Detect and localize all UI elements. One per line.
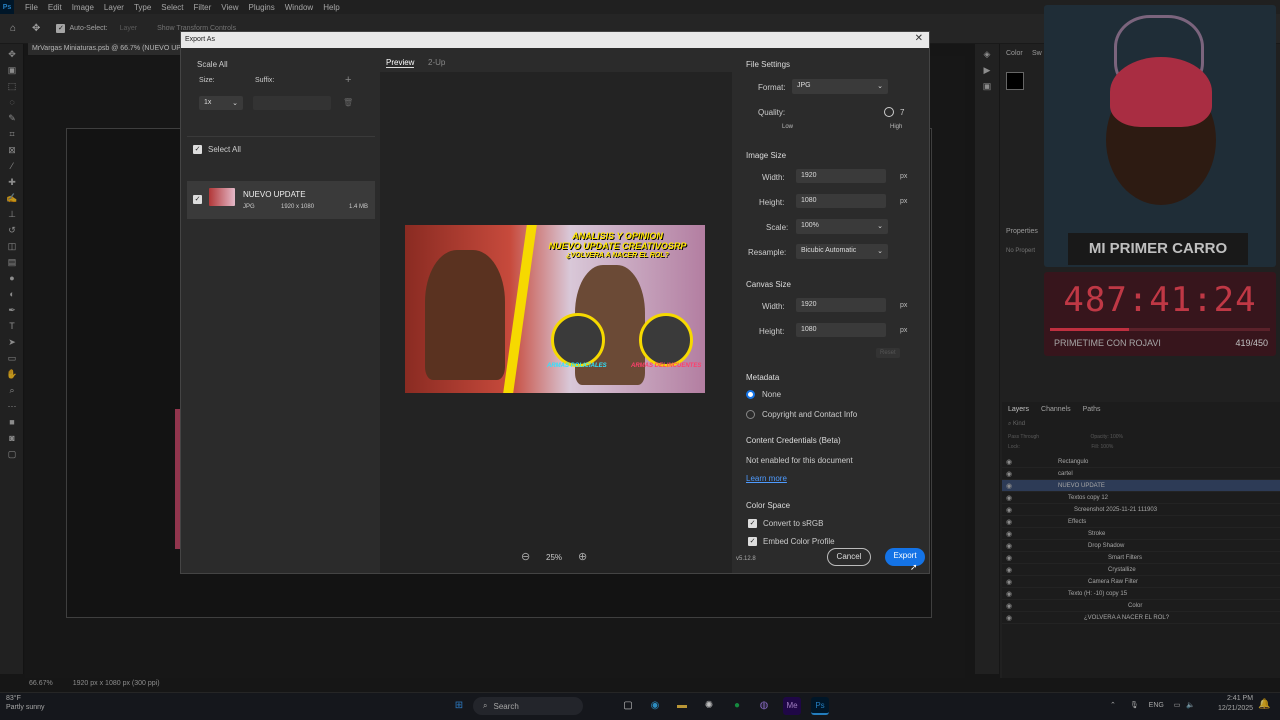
scale-percent-value: 100% xyxy=(801,222,819,229)
select-all-checkbox[interactable]: ✓ xyxy=(193,145,202,154)
asset-thumbnail xyxy=(209,188,235,206)
quality-label: Quality: xyxy=(758,108,786,117)
trash-icon[interactable]: 🗑 xyxy=(343,98,353,107)
asset-checkbox[interactable]: ✓ xyxy=(193,195,202,204)
tab-preview[interactable]: Preview xyxy=(386,58,415,68)
preview-zoom-level[interactable]: 25% xyxy=(546,553,562,562)
metadata-copyright-radio[interactable] xyxy=(746,410,755,419)
suffix-input[interactable] xyxy=(253,96,331,110)
chevron-down-icon: ⌄ xyxy=(877,248,883,255)
thumbnail-line1: ANALISIS Y OPINION xyxy=(572,231,663,241)
thumbnail-caption-left: ARMAS POLICIALES xyxy=(547,363,607,369)
canvas-width-label: Width: xyxy=(762,302,785,311)
assets-pane: Scale All Size: Suffix: + 1x ⌄ 🗑 ✓ Selec… xyxy=(181,48,379,573)
quality-low-label: Low xyxy=(782,124,794,130)
height-unit: px xyxy=(900,198,908,205)
asset-dimensions: 1920 x 1080 xyxy=(281,204,315,210)
cancel-button[interactable]: Cancel xyxy=(827,548,871,566)
embed-profile-label: Embed Color Profile xyxy=(763,537,835,546)
scale-dropdown[interactable]: 1x ⌄ xyxy=(199,96,243,110)
add-scale-icon[interactable]: + xyxy=(345,74,351,86)
reset-button[interactable]: Reset xyxy=(876,348,900,358)
zoom-out-icon[interactable]: ⊖ xyxy=(521,550,530,563)
learn-more-link[interactable]: Learn more xyxy=(746,474,787,483)
image-width-label: Width: xyxy=(762,173,785,182)
not-enabled-text: Not enabled for this document xyxy=(746,456,853,465)
canvas-width-unit: px xyxy=(900,302,908,309)
thumbnail-person-left xyxy=(425,250,505,380)
asset-filesize: 1.4 MB xyxy=(349,204,369,210)
metadata-copyright-label: Copyright and Contact Info xyxy=(762,410,858,419)
dialog-title: Export As xyxy=(185,36,215,43)
quality-slider-handle[interactable] xyxy=(884,107,894,117)
canvas-height-input[interactable]: 1080 xyxy=(796,323,886,337)
scale-label: Scale: xyxy=(766,223,789,232)
file-settings-title: File Settings xyxy=(746,60,791,69)
width-unit: px xyxy=(900,173,908,180)
thumbnail-lightning-stripe xyxy=(503,225,537,393)
chevron-down-icon: ⌄ xyxy=(232,100,238,107)
metadata-title: Metadata xyxy=(746,373,780,382)
thumbnail-line2: NUEVO UPDATE CREATIVOSRP xyxy=(548,241,687,251)
scale-percent-dropdown[interactable]: 100% ⌄ xyxy=(796,219,888,234)
dialog-titlebar: Export As ✕ xyxy=(181,32,929,48)
convert-srgb-checkbox[interactable]: ✓ xyxy=(748,519,757,528)
convert-srgb-label: Convert to sRGB xyxy=(763,519,824,528)
resample-label: Resample: xyxy=(748,248,787,257)
canvas-height-unit: px xyxy=(900,327,908,334)
asset-name: NUEVO UPDATE xyxy=(243,190,306,199)
quality-high-label: High xyxy=(890,124,903,130)
divider xyxy=(187,136,375,137)
embed-profile-checkbox[interactable]: ✓ xyxy=(748,537,757,546)
thumbnail-circle-right xyxy=(639,313,693,367)
version-label: v5.12.8 xyxy=(736,556,756,562)
resample-dropdown[interactable]: Bicubic Automatic ⌄ xyxy=(796,244,888,259)
image-size-title: Image Size xyxy=(746,151,787,160)
color-space-title: Color Space xyxy=(746,501,791,510)
chevron-down-icon: ⌄ xyxy=(877,223,883,230)
scale-dropdown-value: 1x xyxy=(204,99,212,106)
format-label: Format: xyxy=(758,83,786,92)
resample-value: Bicubic Automatic xyxy=(801,247,857,254)
suffix-label: Suffix: xyxy=(255,77,275,84)
content-credentials-title: Content Credentials (Beta) xyxy=(746,436,841,445)
thumbnail-caption-right: ARMAS DELINCUENTES xyxy=(631,363,702,369)
metadata-none-radio[interactable] xyxy=(746,390,755,399)
image-height-label: Height: xyxy=(759,198,785,207)
export-as-dialog: Export As ✕ Scale All Size: Suffix: + 1x… xyxy=(180,31,930,574)
close-icon[interactable]: ✕ xyxy=(915,33,923,44)
canvas-height-label: Height: xyxy=(759,327,785,336)
asset-row[interactable]: ✓ NUEVO UPDATE JPG 1920 x 1080 1.4 MB xyxy=(187,181,375,219)
export-button[interactable]: Export xyxy=(885,548,925,566)
size-label: Size: xyxy=(199,77,215,84)
mouse-cursor-icon: ➚ xyxy=(910,562,918,572)
zoom-in-icon[interactable]: ⊕ xyxy=(578,550,587,563)
select-all-label: Select All xyxy=(208,145,241,154)
settings-pane: File Settings Format: JPG ⌄ Quality: 7 L… xyxy=(732,48,929,573)
tab-2up[interactable]: 2-Up xyxy=(428,58,445,67)
preview-pane: Preview 2-Up ANALISIS Y OPINION NUEVO UP… xyxy=(380,48,732,573)
format-dropdown[interactable]: JPG ⌄ xyxy=(792,79,888,94)
metadata-none-label: None xyxy=(762,390,782,399)
thumbnail-headline: ANALISIS Y OPINION NUEVO UPDATE CREATIVO… xyxy=(535,231,700,261)
image-width-input[interactable]: 1920 xyxy=(796,169,886,183)
export-preview-image[interactable]: ANALISIS Y OPINION NUEVO UPDATE CREATIVO… xyxy=(405,225,705,393)
chevron-down-icon: ⌄ xyxy=(877,83,883,90)
asset-format: JPG xyxy=(243,204,255,210)
thumbnail-line3: ¿VOLVERA A NACER EL ROL? xyxy=(566,252,669,259)
canvas-width-input[interactable]: 1920 xyxy=(796,298,886,312)
format-value: JPG xyxy=(797,82,811,89)
image-height-input[interactable]: 1080 xyxy=(796,194,886,208)
canvas-size-title: Canvas Size xyxy=(746,280,791,289)
quality-value[interactable]: 7 xyxy=(900,108,904,117)
scale-all-title: Scale All xyxy=(197,60,228,69)
thumbnail-circle-left xyxy=(551,313,605,367)
